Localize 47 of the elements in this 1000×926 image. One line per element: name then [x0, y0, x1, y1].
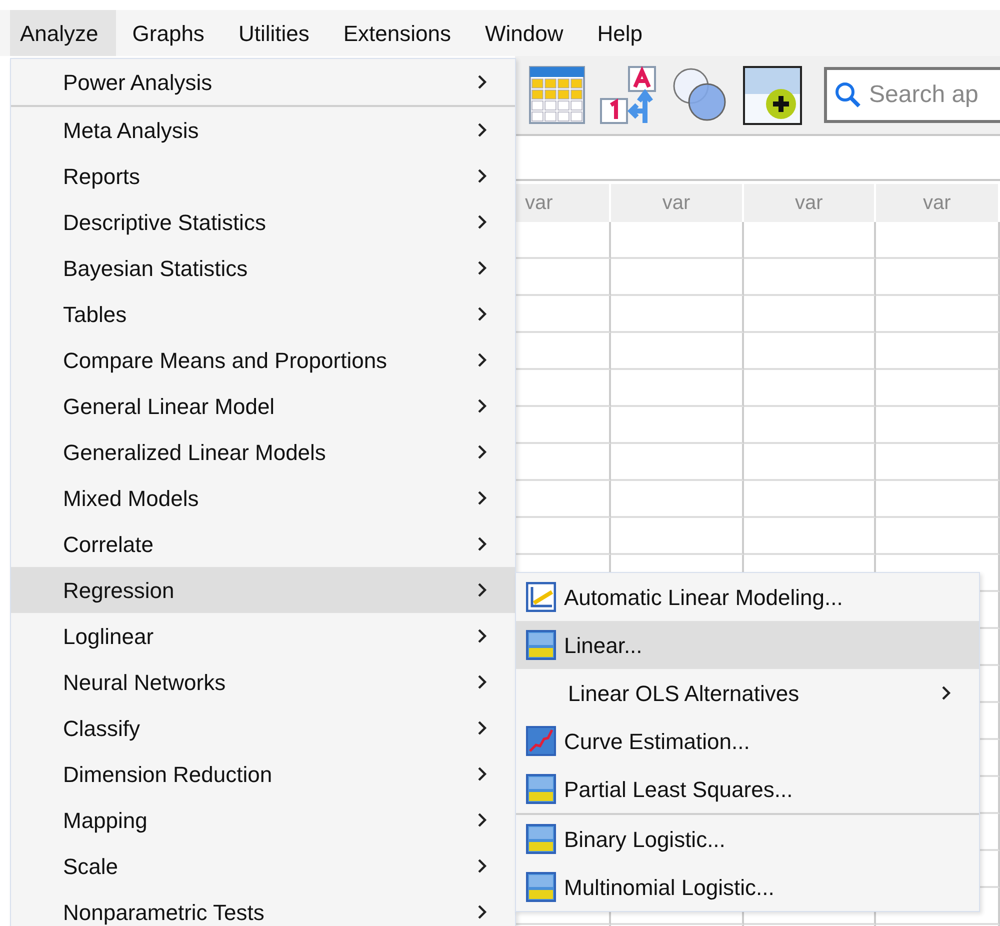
line-chart-icon: [526, 726, 556, 756]
menu-bar-item[interactable]: Utilities: [228, 10, 328, 56]
menu-item[interactable]: Mixed Models: [11, 475, 515, 521]
model-icon: [526, 872, 556, 902]
menu-item[interactable]: Binary Logistic...: [516, 815, 979, 863]
model-icon: [526, 774, 556, 804]
menu-item[interactable]: Curve Estimation...: [516, 717, 979, 765]
search-icon: [834, 81, 861, 108]
menu-item[interactable]: Regression: [11, 567, 515, 613]
data-grid-icon[interactable]: [529, 66, 585, 124]
chart-icon: [526, 582, 556, 612]
menu-item[interactable]: Loglinear: [11, 613, 515, 659]
menu-bar-item[interactable]: Analyze: [10, 10, 116, 56]
menu-bar-item[interactable]: Graphs: [122, 10, 222, 56]
menu-item[interactable]: Dimension Reduction: [11, 751, 515, 797]
menu-item[interactable]: Linear OLS Alternatives: [516, 669, 979, 717]
menu-item[interactable]: Tables: [11, 291, 515, 337]
menu-item[interactable]: Nonparametric Tests: [11, 889, 515, 926]
value-labels-icon[interactable]: [599, 65, 657, 125]
menu-item[interactable]: Meta Analysis: [11, 107, 515, 153]
menu-item[interactable]: Linear...: [516, 621, 979, 669]
menu-item[interactable]: Descriptive Statistics: [11, 199, 515, 245]
model-icon: [526, 630, 556, 660]
menu-item[interactable]: Correlate: [11, 521, 515, 567]
menu-bar-item[interactable]: Window: [474, 10, 582, 56]
search-field[interactable]: Search ap: [824, 67, 1000, 123]
menu-item[interactable]: Reports: [11, 153, 515, 199]
menu-item[interactable]: Partial Least Squares...: [516, 765, 979, 813]
menu-bar-item[interactable]: Extensions: [333, 10, 469, 56]
column-header: var: [876, 184, 1000, 222]
add-image-icon[interactable]: [743, 66, 802, 124]
menu-item[interactable]: Scale: [11, 843, 515, 889]
menu-item[interactable]: Compare Means and Proportions: [11, 337, 515, 383]
menu-item[interactable]: Power Analysis: [11, 59, 515, 105]
menu-item[interactable]: Mapping: [11, 797, 515, 843]
menu-item[interactable]: Bayesian Statistics: [11, 245, 515, 291]
column-header: var: [515, 184, 611, 222]
menu-item[interactable]: Multinomial Logistic...: [516, 863, 979, 911]
menu-item[interactable]: General Linear Model: [11, 383, 515, 429]
menu-item[interactable]: Automatic Linear Modeling...: [516, 573, 979, 621]
column-header: var: [610, 184, 744, 222]
model-icon: [526, 824, 556, 854]
menu-item[interactable]: Neural Networks: [11, 659, 515, 705]
column-header: var: [744, 184, 876, 222]
menu-item[interactable]: Generalized Linear Models: [11, 429, 515, 475]
menu-bar-item[interactable]: Help: [587, 10, 660, 56]
menu-item[interactable]: Classify: [11, 705, 515, 751]
